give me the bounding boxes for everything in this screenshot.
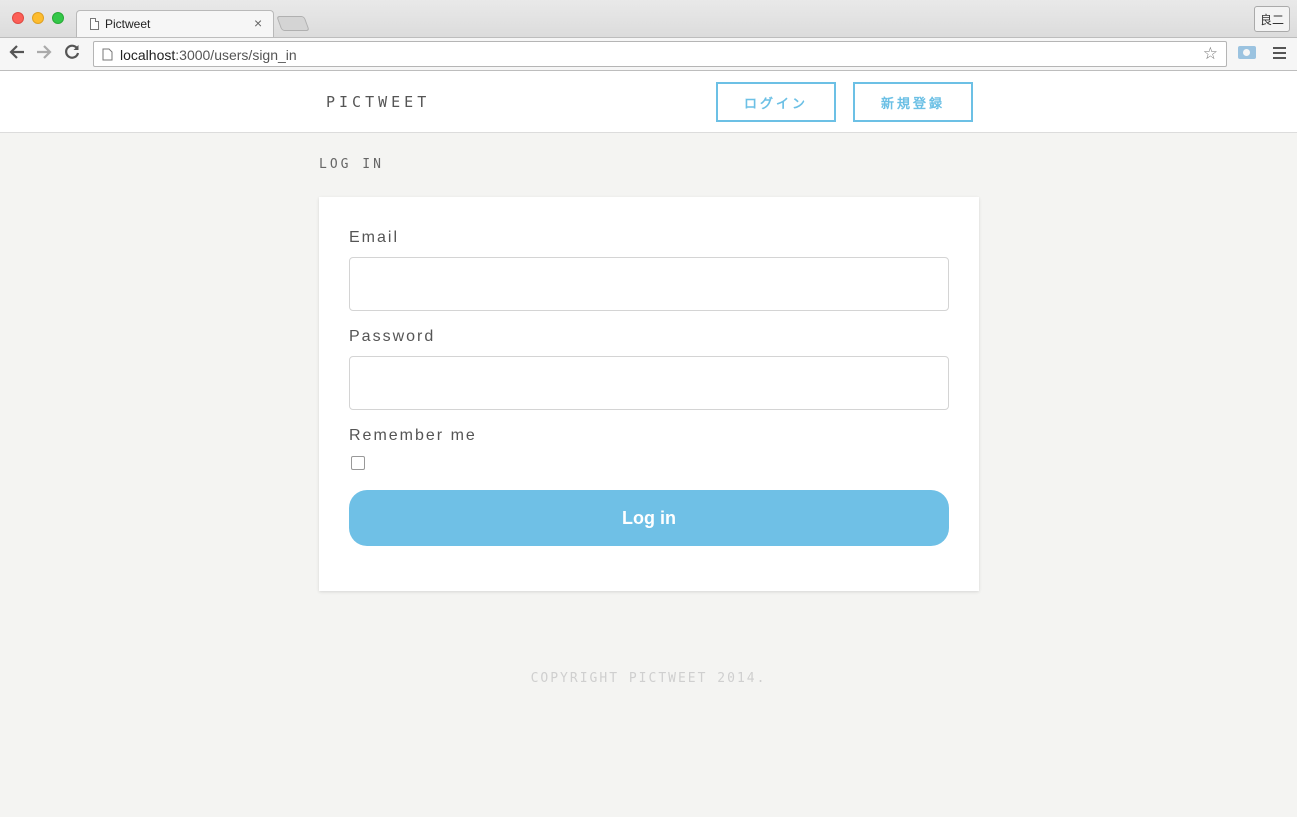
tab-title: Pictweet <box>105 17 151 31</box>
browser-tab-content: Pictweet <box>90 15 150 33</box>
footer-copyright: COPYRIGHT PICTWEET 2014. <box>530 671 767 686</box>
forward-arrow-icon[interactable] <box>35 43 53 65</box>
page-icon <box>90 18 99 30</box>
url-host: localhost <box>120 47 176 63</box>
password-field[interactable] <box>349 356 949 410</box>
star-icon[interactable]: ☆ <box>1203 44 1218 64</box>
remember-me-label: Remember me <box>349 427 477 444</box>
password-label: Password <box>349 328 436 345</box>
login-form-card: Email Password Remember me Log in <box>319 197 979 591</box>
browser-tab-bar: Pictweet × 良二 <box>0 0 1297 38</box>
url-text: localhost:3000/users/sign_in <box>120 47 297 63</box>
login-button[interactable]: ログイン <box>716 82 836 122</box>
profile-button[interactable]: 良二 <box>1254 6 1290 32</box>
page-title: LOG IN <box>319 157 384 172</box>
page-icon <box>102 48 113 66</box>
back-arrow-icon[interactable] <box>8 43 26 65</box>
email-label: Email <box>349 229 400 246</box>
browser-toolbar: localhost:3000/users/sign_in ☆ <box>0 37 1297 71</box>
site-header: PICTWEET ログイン 新規登録 <box>0 71 1297 133</box>
signup-button[interactable]: 新規登録 <box>853 82 973 122</box>
site-logo[interactable]: PICTWEET <box>326 93 430 111</box>
window-close-button[interactable] <box>12 12 24 24</box>
new-tab-button[interactable] <box>276 16 310 31</box>
page: PICTWEET ログイン 新規登録 LOG IN Email Password… <box>0 71 1297 817</box>
camera-icon[interactable] <box>1238 46 1256 59</box>
address-bar[interactable]: localhost:3000/users/sign_in ☆ <box>93 41 1227 67</box>
reload-icon[interactable] <box>63 43 81 65</box>
remember-me-checkbox[interactable] <box>351 456 365 470</box>
email-field[interactable] <box>349 257 949 311</box>
url-path: :3000/users/sign_in <box>175 47 297 63</box>
tab-close-icon[interactable]: × <box>254 15 262 31</box>
window-maximize-button[interactable] <box>52 12 64 24</box>
login-submit-button[interactable]: Log in <box>349 490 949 546</box>
hamburger-menu-icon[interactable] <box>1273 47 1286 62</box>
window-minimize-button[interactable] <box>32 12 44 24</box>
